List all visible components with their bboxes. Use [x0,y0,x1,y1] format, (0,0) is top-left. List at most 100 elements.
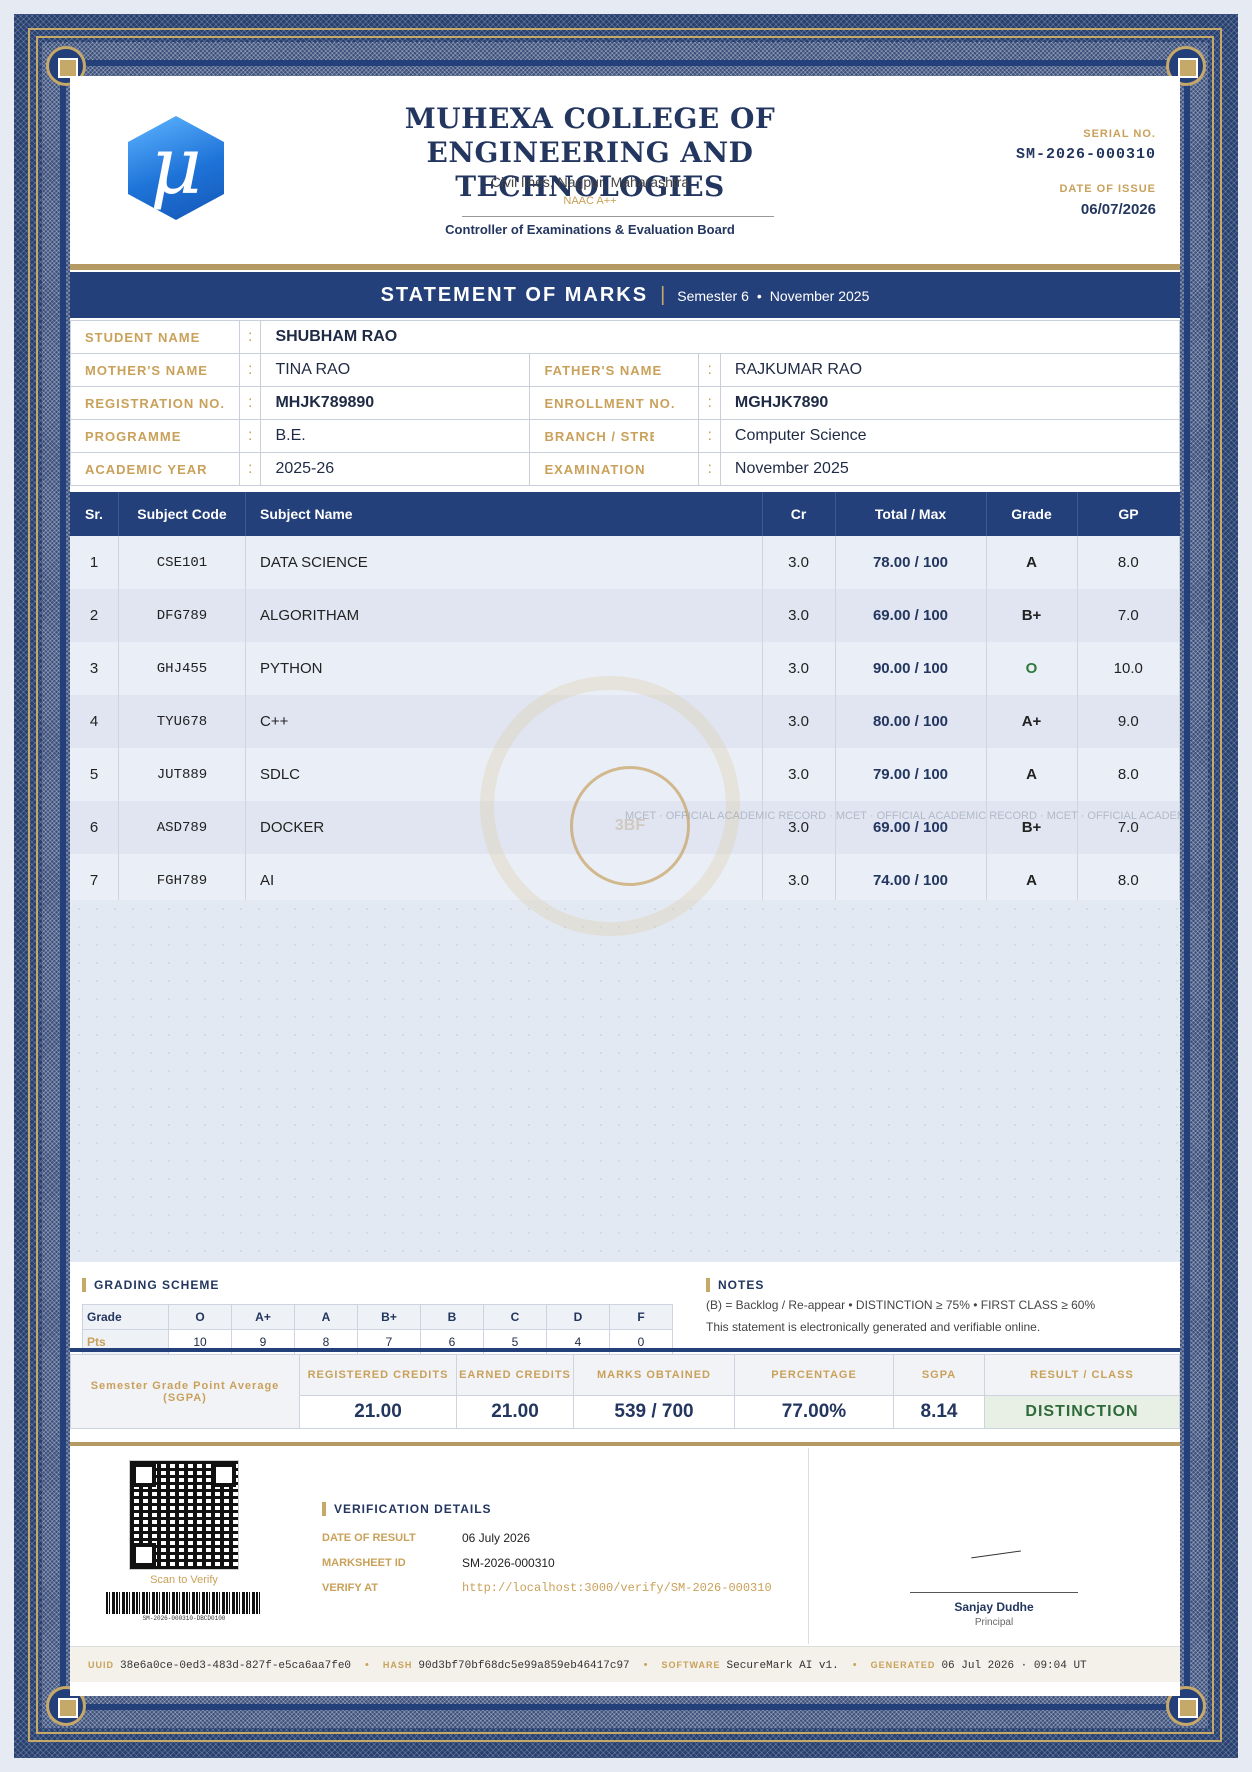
col-code: Subject Code [118,492,246,536]
barcode-text: SM-2026-000310-DBCD0100 [142,1615,226,1622]
enrollment-number: MGHJK7890 [719,386,1180,420]
mu-logo-icon: μ [150,119,202,212]
academic-year-label: ACADEMIC YEAR [70,452,240,486]
seal-text: 3BF [614,817,646,834]
examination-label: EXAMINATION [529,452,700,486]
sgpa-label: SGPA [893,1354,985,1396]
sr-cell: 5 [70,748,119,801]
sr-cell: 2 [70,589,119,642]
sr-cell: 1 [70,536,119,589]
marks-obtained: 539 / 700 [573,1395,735,1429]
qr-finder [132,1543,156,1567]
student-name-label: STUDENT NAME [70,320,240,354]
scan-to-verify: Scan to Verify [150,1574,218,1586]
colon: : [698,353,721,387]
signatory-name: Sanjay Dudhe [954,1600,1034,1614]
marksheet-id: SM-2026-000310 [462,1556,555,1570]
table-row: 1 CSE101 DATA SCIENCE 3.0 78.00 / 100 A 8.0 [70,536,1180,589]
verify-url-link[interactable]: http://localhost:3000/verify/SM-2026-000… [462,1581,772,1595]
credits: 3.0 [762,642,836,695]
grade-cell: B [420,1304,484,1330]
uuid: 38e6a0ce-0ed3-483d-827f-e5ca6aa7fe0 [120,1660,352,1672]
grade-cell: O [168,1304,232,1330]
credits: 3.0 [762,801,836,854]
uuid-label: UUID [88,1660,114,1670]
sgpa-title: Semester Grade Point Average (SGPA) [70,1354,300,1429]
student-info: STUDENT NAME : SHUBHAM RAO MOTHER'S NAME… [70,320,1180,486]
subject-name: ALGORITHAM [245,589,763,642]
total-marks: 90.00 / 100 [835,642,987,695]
sr-cell: 6 [70,801,119,854]
summary-top-rule [70,1348,1180,1352]
sr-cell: 3 [70,642,119,695]
colon: : [238,320,262,354]
divider [808,1448,809,1644]
subject-code: ASD789 [118,801,246,854]
table-row: 2 DFG789 ALGORITHAM 3.0 69.00 / 100 B+ 7.0 [70,589,1180,642]
grade-cell: A+ [231,1304,295,1330]
separator: • [643,1659,648,1671]
result-label: RESULT / CLASS [984,1354,1180,1396]
title-separator: | [660,284,666,306]
subject-code: TYU678 [118,695,246,748]
colon: : [238,386,262,420]
earned-credits-label: EARNED CREDITS [456,1354,574,1396]
signature-line [910,1592,1078,1593]
result-date: 06 July 2026 [462,1531,531,1545]
mother-name-label: MOTHER'S NAME [70,353,240,387]
colon: : [698,386,721,420]
programme-label: PROGRAMME [70,419,240,453]
board-name: Controller of Examinations & Evaluation … [445,222,735,237]
examination: November 2025 [719,452,1180,486]
grade-point: 10.0 [1077,642,1180,695]
grade-point: 8.0 [1077,536,1180,589]
subject-name: DATA SCIENCE [245,536,763,589]
separator: • [365,1659,369,1671]
notes-line-2: This statement is electronically generat… [706,1320,1041,1334]
title-band: STATEMENT OF MARKS | Semester 6 • November 2… [70,272,1180,318]
grade: A+ [986,695,1078,748]
subject-name: PYTHON [245,642,763,695]
barcode-icon [106,1592,262,1614]
hash: 90d3bf70bf68dc5e99a859eb46417c97 [418,1660,630,1672]
issue-date-label: DATE OF ISSUE [1059,183,1156,195]
qr-code-icon[interactable] [129,1460,239,1570]
sr-cell: 4 [70,695,119,748]
total-marks: 69.00 / 100 [835,589,987,642]
qr-finder [132,1463,156,1487]
notes-title: NOTES [706,1278,764,1292]
percentage-label: PERCENTAGE [734,1354,894,1396]
grade-cell: D [546,1304,610,1330]
separator: • [852,1659,857,1671]
colon: : [238,452,262,486]
credits: 3.0 [762,589,836,642]
grade-point: 7.0 [1077,801,1180,854]
qr-finder [212,1463,236,1487]
issue-date: 06/07/2026 [1080,201,1156,218]
branch: Computer Science [719,419,1180,453]
result-class: DISTINCTION [984,1395,1180,1429]
grade-cell: F [609,1304,673,1330]
hash-label: HASH [382,1660,413,1670]
subject-code: DFG789 [118,589,246,642]
col-total: Total / Max [835,492,987,536]
software-label: SOFTWARE [661,1660,721,1670]
subject-code: GHJ455 [118,642,246,695]
grade-point: 7.0 [1077,589,1180,642]
credits: 3.0 [762,748,836,801]
grade-label: Grade [82,1304,169,1330]
signature-icon [969,1534,1021,1559]
programme: B.E. [260,419,531,453]
colon: : [238,353,262,387]
grade: A [986,536,1078,589]
credits: 3.0 [762,695,836,748]
percentage: 77.00% [734,1395,894,1429]
grade: O [986,642,1078,695]
watermark-seal-center: 3BF [570,766,690,886]
footer-meta: UUID 38e6a0ce-0ed3-483d-827f-e5ca6aa7fe0 •… [70,1646,1180,1682]
bullet: • [756,288,762,304]
grade-point: 9.0 [1077,695,1180,748]
grade-cell: A [294,1304,358,1330]
verify-at-label: VERIFY AT [322,1582,379,1594]
earned-credits: 21.00 [456,1395,574,1429]
